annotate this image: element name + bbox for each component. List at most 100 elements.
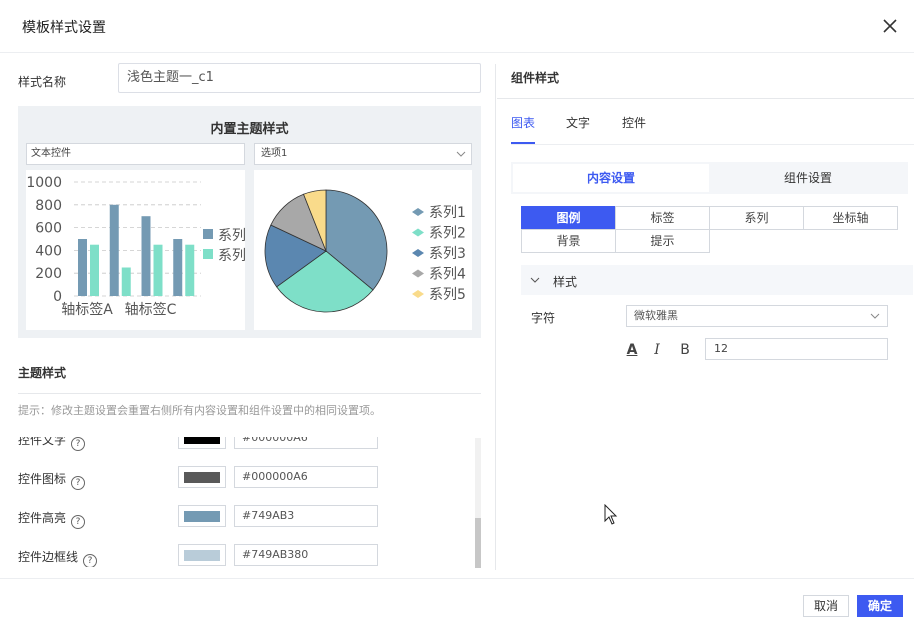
font-color-icon[interactable]: A: [624, 342, 640, 360]
legend-swatch: [203, 229, 213, 239]
preview-title: 内置主题样式: [210, 122, 289, 137]
legend-marker: [412, 228, 424, 237]
italic-icon[interactable]: I: [649, 342, 665, 360]
tab-axis[interactable]: 坐标轴: [803, 206, 898, 230]
style-name-input[interactable]: 浅色主题一_c1: [118, 63, 481, 93]
preview-select[interactable]: 选项1: [254, 143, 472, 165]
style-row-label: 控件图标: [18, 472, 67, 486]
ok-button[interactable]: 确定: [857, 595, 903, 617]
chevron-down-icon: [456, 151, 466, 157]
y-tick-label: 800: [35, 198, 62, 214]
bar: [153, 244, 163, 296]
bar: [121, 267, 131, 296]
preview-text-control[interactable]: 文本控件: [26, 143, 245, 165]
legend-marker: [412, 269, 424, 278]
segment-component-settings[interactable]: 组件设置: [710, 164, 906, 192]
legend-label: 系列2: [429, 226, 466, 242]
scrollbar-thumb[interactable]: [475, 518, 481, 568]
bar-chart: 02004006008001000轴标签A轴标签C系列1系列2: [26, 175, 255, 318]
help-icon[interactable]: ?: [71, 437, 86, 451]
component-style-title: 组件样式: [511, 71, 560, 85]
tab-label[interactable]: 标签: [615, 206, 710, 230]
cancel-button[interactable]: 取消: [803, 595, 849, 617]
settings-segmented-control: 内容设置 组件设置: [511, 162, 908, 194]
font-label: 字符: [531, 311, 556, 325]
color-picker[interactable]: [178, 505, 226, 527]
color-swatch: [184, 437, 220, 444]
tab-legend[interactable]: 图例: [521, 206, 616, 230]
font-size-input[interactable]: 12: [705, 338, 888, 360]
style-row-label: 控件高亮: [18, 511, 67, 525]
tab-background[interactable]: 背景: [521, 229, 616, 253]
dialog-footer: 取消 确定: [0, 578, 914, 628]
y-tick-label: 400: [35, 243, 62, 259]
chevron-down-icon: [870, 313, 880, 319]
x-tick-label: 轴标签C: [125, 301, 177, 318]
style-row-control-highlight: 控件高亮? #749AB3: [0, 503, 480, 529]
color-picker[interactable]: [178, 466, 226, 488]
panel-divider: [495, 64, 496, 570]
legend-marker: [412, 290, 424, 298]
pie-chart-panel: 系列1 系列2 系列3 系列4 系列5: [254, 170, 472, 330]
chevron-down-icon: [530, 277, 540, 283]
help-icon[interactable]: ?: [71, 515, 86, 529]
help-icon[interactable]: ?: [71, 476, 86, 490]
color-swatch: [184, 511, 220, 522]
preview-select-value: 选项1: [261, 148, 288, 159]
legend-label: 系列4: [429, 267, 466, 283]
hex-input[interactable]: #000000A6: [234, 437, 378, 449]
y-tick-label: 200: [35, 266, 62, 282]
active-tab-indicator: [511, 142, 535, 144]
legend-label: 系列1: [429, 205, 466, 221]
segment-content-settings[interactable]: 内容设置: [513, 164, 709, 192]
style-row-label: 控件边框线: [18, 550, 79, 564]
hex-input[interactable]: #749AB3: [234, 505, 378, 527]
mouse-cursor-icon: [604, 504, 618, 525]
style-collapse-header[interactable]: 样式: [521, 265, 913, 295]
legend-marker: [412, 249, 424, 257]
hex-input[interactable]: #000000A6: [234, 466, 378, 488]
help-icon[interactable]: ?: [83, 554, 98, 567]
color-picker[interactable]: [178, 437, 226, 449]
font-family-select[interactable]: 微软雅黑: [626, 305, 888, 327]
dialog-title: 模板样式设置: [22, 20, 106, 36]
style-row-label: 控件文字: [18, 437, 67, 447]
tab-text[interactable]: 文字: [566, 114, 590, 131]
bar: [173, 239, 183, 296]
divider: [18, 393, 481, 394]
style-row-control-border: 控件边框线? #749AB380: [0, 542, 480, 567]
right-panel: 组件样式 图表 文字 控件 内容设置 组件设置 图例 标签 系列 坐标轴 背景 …: [497, 54, 914, 578]
theme-preview: 内置主题样式 文本控件 选项1 0 200 400 600 800 1000 轴标签A 轴标签…: [18, 106, 481, 338]
hint-text: 提示：修改主题设置会重置右侧所有内容设置和组件设置中的相同设置项。: [18, 404, 381, 417]
divider: [497, 98, 914, 99]
bold-icon[interactable]: B: [677, 342, 693, 360]
close-icon[interactable]: [878, 14, 902, 38]
hex-input[interactable]: #749AB380: [234, 544, 378, 566]
bar: [109, 204, 119, 296]
bar: [185, 244, 195, 296]
bar: [78, 239, 87, 296]
x-tick-label: 轴标签A: [61, 301, 113, 318]
template-style-dialog: 模板样式设置 样式名称 浅色主题一_c1 内置主题样式 文本控件 选项1 0 20…: [0, 0, 914, 628]
collapse-label: 样式: [553, 275, 578, 289]
pie-chart: 系列1 系列2 系列3 系列4 系列5: [264, 189, 466, 313]
scrollbar[interactable]: [475, 438, 481, 568]
left-panel: 样式名称 浅色主题一_c1 内置主题样式 文本控件 选项1 0 200 400 600…: [0, 54, 496, 578]
legend-label: 系列2: [218, 248, 245, 264]
style-name-label: 样式名称: [18, 75, 67, 89]
tab-tooltip[interactable]: 提示: [615, 229, 710, 253]
chart-settings-tabs: 图例 标签 系列 坐标轴 背景 提示: [521, 206, 899, 254]
bar-chart-panel: 02004006008001000轴标签A轴标签C系列1系列2: [26, 170, 255, 330]
style-row-control-text: 控件文字? #000000A6: [0, 437, 480, 451]
theme-section-title: 主题样式: [18, 366, 67, 380]
tab-series[interactable]: 系列: [709, 206, 804, 230]
color-swatch: [184, 472, 220, 483]
legend-label: 系列5: [429, 287, 466, 303]
tabs-divider: [511, 144, 914, 145]
y-tick-label: 600: [35, 221, 62, 237]
color-picker[interactable]: [178, 544, 226, 566]
legend-label: 系列3: [429, 246, 466, 262]
font-family-value: 微软雅黑: [634, 309, 678, 322]
tab-control[interactable]: 控件: [622, 114, 646, 131]
tab-chart[interactable]: 图表: [511, 114, 535, 131]
